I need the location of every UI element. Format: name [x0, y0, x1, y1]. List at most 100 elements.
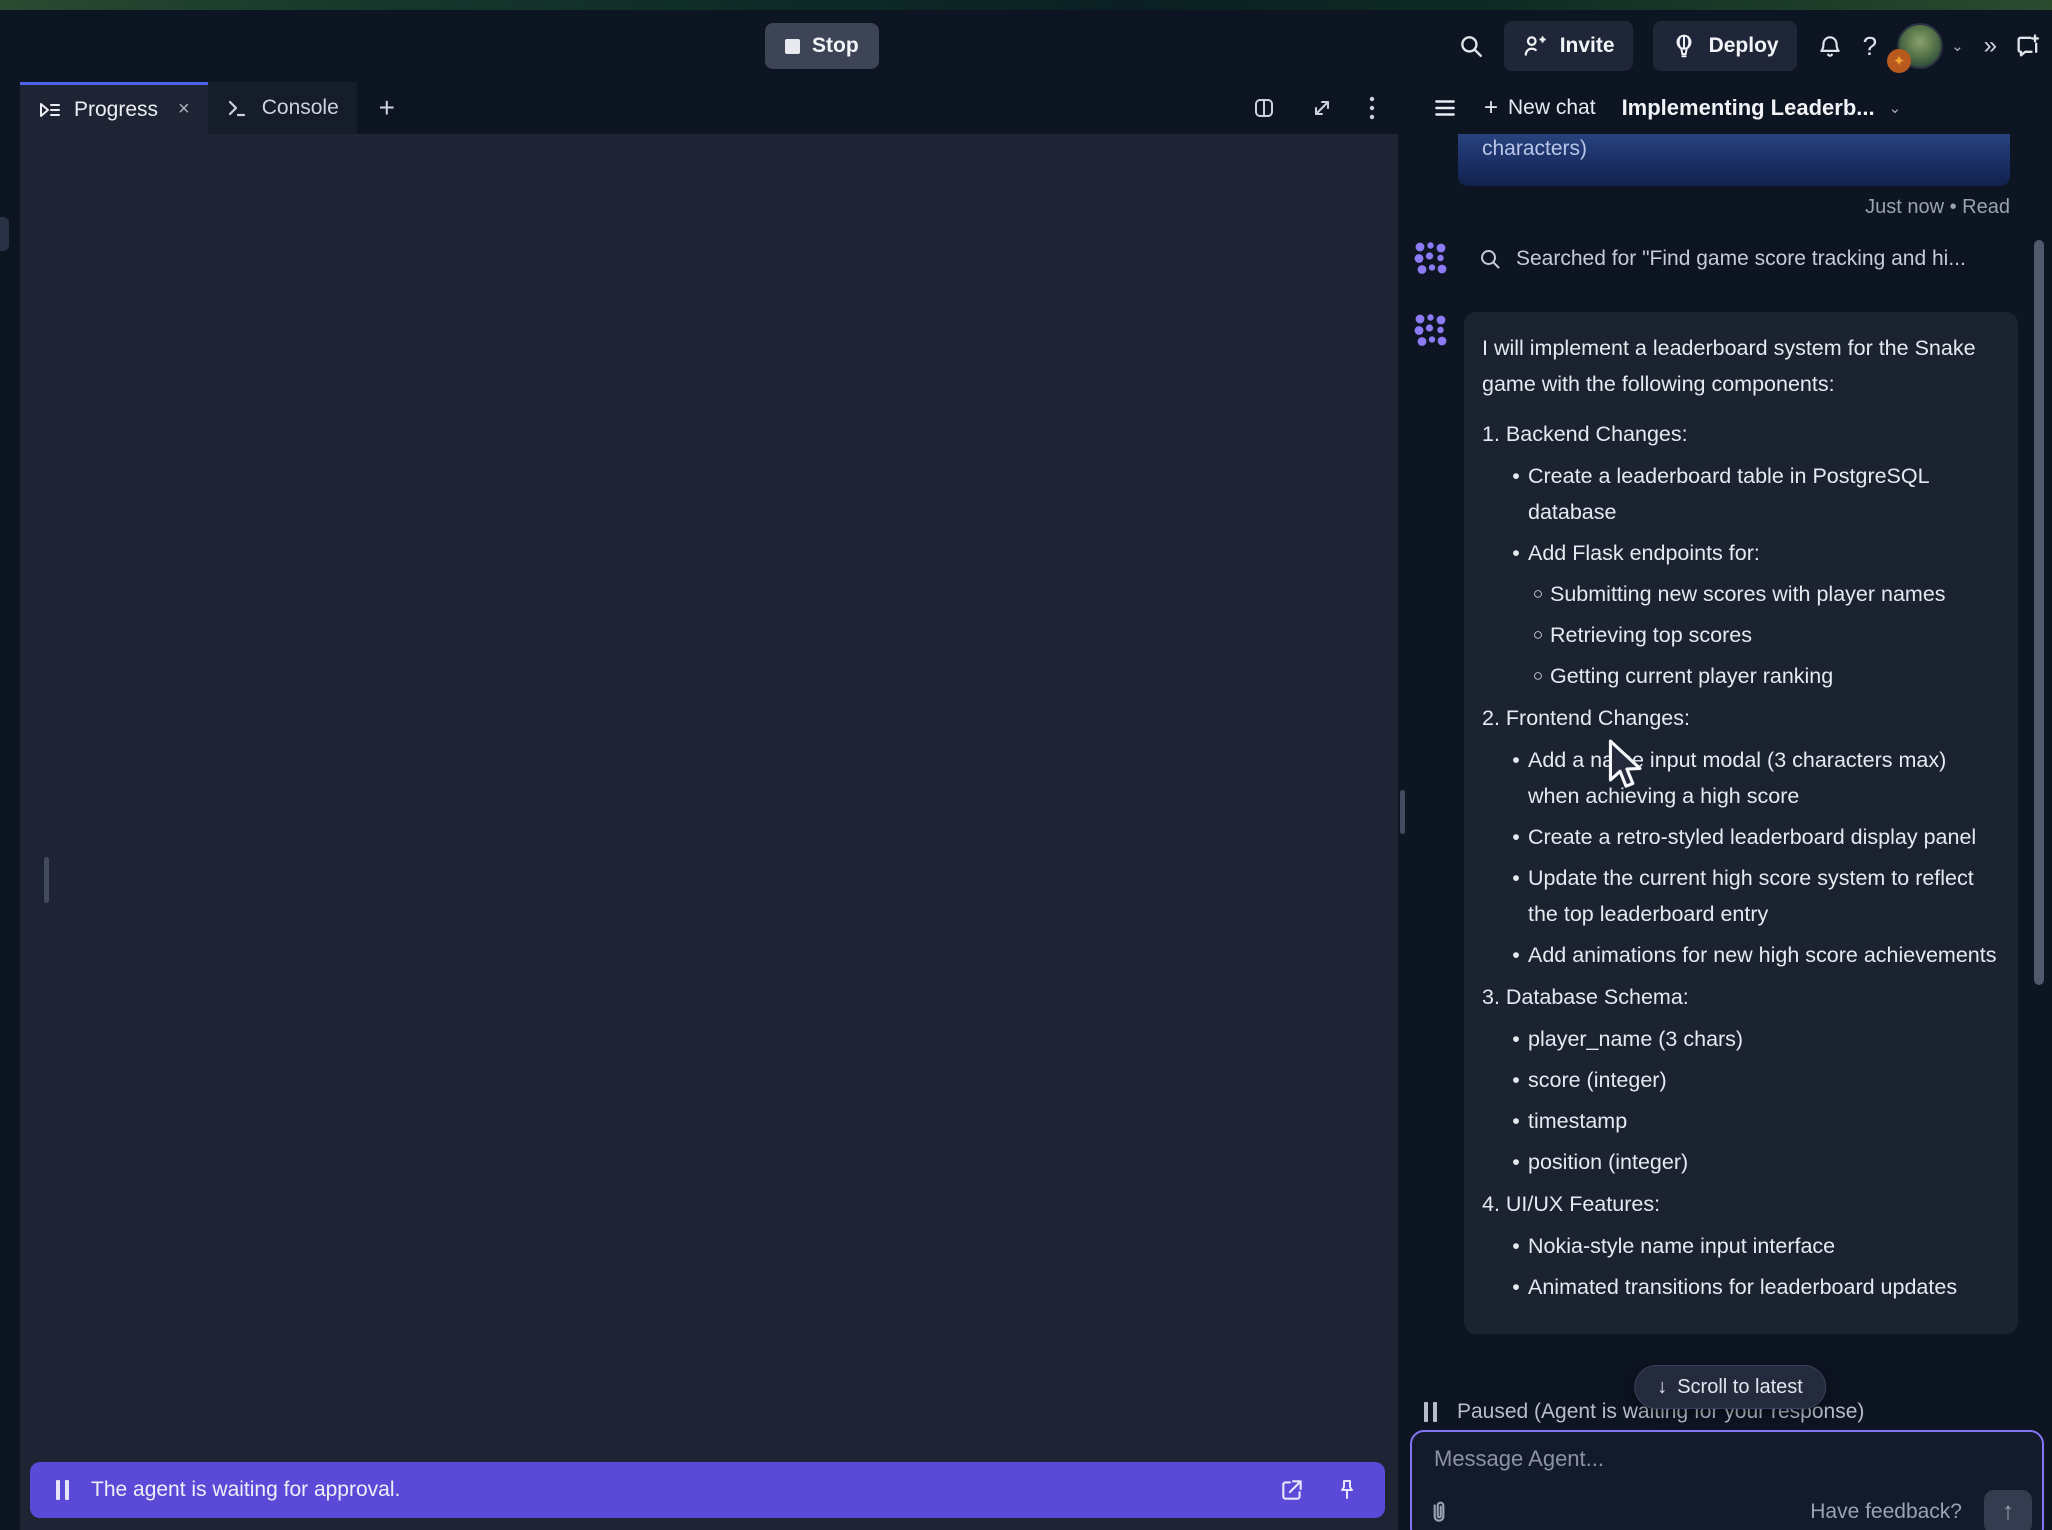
agent-message-bullet: •Add Flask endpoints for:	[1482, 535, 1998, 571]
user-message-bubble: characters)	[1458, 134, 2010, 186]
plus-icon: +	[1484, 94, 1498, 122]
agent-message-sub-bullet: ○Retrieving top scores	[1482, 617, 1998, 653]
pane-resize-handle-left[interactable]	[44, 857, 49, 903]
help-button[interactable]: ?	[1863, 31, 1877, 62]
kebab-menu-icon	[1368, 95, 1376, 121]
agent-message-bullet: •position (integer)	[1482, 1144, 1998, 1180]
chat-session-selector[interactable]: Implementing Leaderb... ⌄	[1622, 95, 1902, 121]
pin-icon	[1335, 1478, 1359, 1502]
new-chat-label: New chat	[1508, 96, 1596, 120]
invite-person-plus-icon	[1522, 33, 1548, 59]
invite-button[interactable]: Invite	[1504, 21, 1633, 71]
agent-message-bullet: •Create a leaderboard table in PostgreSQ…	[1482, 458, 1998, 530]
message-meta: Just now • Read	[1865, 196, 2010, 219]
pane-resize-handle-right[interactable]	[1400, 790, 1405, 834]
agent-message-bullet: •timestamp	[1482, 1103, 1998, 1139]
bell-icon	[1817, 33, 1843, 59]
avatar-badge-icon: ✦	[1887, 49, 1911, 73]
tab-bar: Progress × Console +	[20, 82, 1398, 134]
paperclip-icon	[1426, 1499, 1452, 1525]
chat-scrollbar-thumb[interactable]	[2034, 240, 2044, 985]
workspace: Progress × Console +	[0, 82, 2052, 1530]
chat-session-title: Implementing Leaderb...	[1622, 95, 1875, 121]
tool-search-icon	[1478, 247, 1502, 271]
scroll-to-latest-label: Scroll to latest	[1677, 1376, 1803, 1399]
chat-message-list[interactable]: characters) Just now • Read	[1408, 134, 2052, 1395]
search-button[interactable]	[1458, 33, 1484, 59]
stop-icon	[785, 39, 800, 54]
agent-logo-icon	[1412, 240, 1450, 278]
replit-workspace-window: Stop Invite	[0, 0, 2052, 1530]
chat-list-icon	[1432, 95, 1458, 121]
user-message-text: characters)	[1482, 137, 1587, 160]
approval-banner: The agent is waiting for approval.	[30, 1462, 1385, 1518]
agent-message-bullet: •Add animations for new high score achie…	[1482, 937, 1998, 973]
tool-call-text: Searched for "Find game score tracking a…	[1516, 247, 1966, 271]
agent-message-bullet: •player_name (3 chars)	[1482, 1021, 1998, 1057]
sidebar-collapsed-handle[interactable]	[0, 217, 9, 251]
double-chevron-right-icon: »	[1984, 32, 1994, 60]
agent-chat-pane: + New chat Implementing Leaderb... ⌄ cha…	[1408, 82, 2052, 1530]
agent-tool-call-row[interactable]: Searched for "Find game score tracking a…	[1412, 240, 2032, 278]
collapse-panel-button[interactable]: »	[1984, 32, 1994, 60]
agent-logo-icon	[1412, 312, 1450, 350]
top-bar: Stop Invite	[0, 10, 2052, 82]
add-tab-button[interactable]: +	[357, 82, 417, 134]
expand-diagonal-icon	[1310, 96, 1334, 120]
progress-pane: Progress × Console +	[20, 82, 1398, 1530]
open-in-new-icon	[1279, 1477, 1305, 1503]
attach-file-button[interactable]	[1426, 1499, 1452, 1525]
close-tab-icon[interactable]: ×	[178, 98, 190, 121]
deploy-label: Deploy	[1709, 34, 1779, 58]
stop-button[interactable]: Stop	[765, 23, 879, 69]
notifications-button[interactable]	[1817, 33, 1843, 59]
message-input-container[interactable]: Have feedback? ↑	[1410, 1430, 2044, 1530]
pause-icon	[1424, 1402, 1437, 1422]
split-view-button[interactable]	[1252, 96, 1276, 120]
agent-message-bullet: •Animated transitions for leaderboard up…	[1482, 1269, 1998, 1305]
split-pane-icon	[1252, 96, 1276, 120]
new-chat-button[interactable]: + New chat	[1484, 94, 1596, 122]
agent-message-sub-bullet: ○Getting current player ranking	[1482, 658, 1998, 694]
agent-message-bullet: •Nokia-style name input interface	[1482, 1228, 1998, 1264]
message-input[interactable]	[1430, 1446, 2024, 1490]
agent-message-section-title: 3. Database Schema:	[1482, 979, 1998, 1015]
feedback-link[interactable]: Have feedback?	[1810, 1500, 1962, 1524]
chevron-down-icon: ⌄	[1889, 99, 1902, 117]
chat-history-button[interactable]	[1432, 95, 1458, 121]
deploy-icon	[1671, 33, 1697, 59]
deploy-button[interactable]: Deploy	[1653, 21, 1797, 71]
left-sidebar-rail	[0, 82, 20, 1530]
search-icon	[1458, 33, 1484, 59]
account-menu[interactable]: ✦ ⌄	[1897, 23, 1964, 69]
agent-message-section-title: 2. Frontend Changes:	[1482, 700, 1998, 736]
tab-progress[interactable]: Progress ×	[20, 82, 208, 134]
mouse-cursor	[1604, 738, 1648, 794]
desktop-background-strip	[0, 0, 2052, 10]
terminal-icon	[226, 96, 250, 120]
pause-icon	[56, 1480, 69, 1500]
agent-message-card: I will implement a leaderboard system fo…	[1464, 312, 2018, 1334]
pane-menu-button[interactable]	[1368, 95, 1376, 121]
send-button[interactable]: ↑	[1984, 1490, 2032, 1530]
tab-console[interactable]: Console	[208, 82, 357, 134]
expand-pane-button[interactable]	[1310, 96, 1334, 120]
help-icon: ?	[1863, 31, 1877, 62]
agent-message-row: I will implement a leaderboard system fo…	[1412, 312, 2052, 1334]
agent-message-intro: I will implement a leaderboard system fo…	[1482, 330, 1998, 402]
pane-divider	[1398, 82, 1408, 1530]
new-comment-button[interactable]	[2014, 32, 2042, 60]
tab-console-label: Console	[262, 96, 339, 120]
pin-button[interactable]	[1335, 1478, 1359, 1502]
comment-plus-icon	[2014, 32, 2042, 60]
agent-message-bullet: •score (integer)	[1482, 1062, 1998, 1098]
open-in-new-button[interactable]	[1279, 1477, 1305, 1503]
agent-message-section-title: 4. UI/UX Features:	[1482, 1186, 1998, 1222]
scroll-to-latest-button[interactable]: ↓ Scroll to latest	[1634, 1365, 1826, 1409]
arrow-down-icon: ↓	[1657, 1376, 1667, 1399]
approval-text: The agent is waiting for approval.	[91, 1478, 1257, 1502]
progress-icon	[38, 98, 62, 122]
agent-message-sub-bullet: ○Submitting new scores with player names	[1482, 576, 1998, 612]
stop-label: Stop	[812, 34, 859, 58]
tab-progress-label: Progress	[74, 98, 158, 122]
